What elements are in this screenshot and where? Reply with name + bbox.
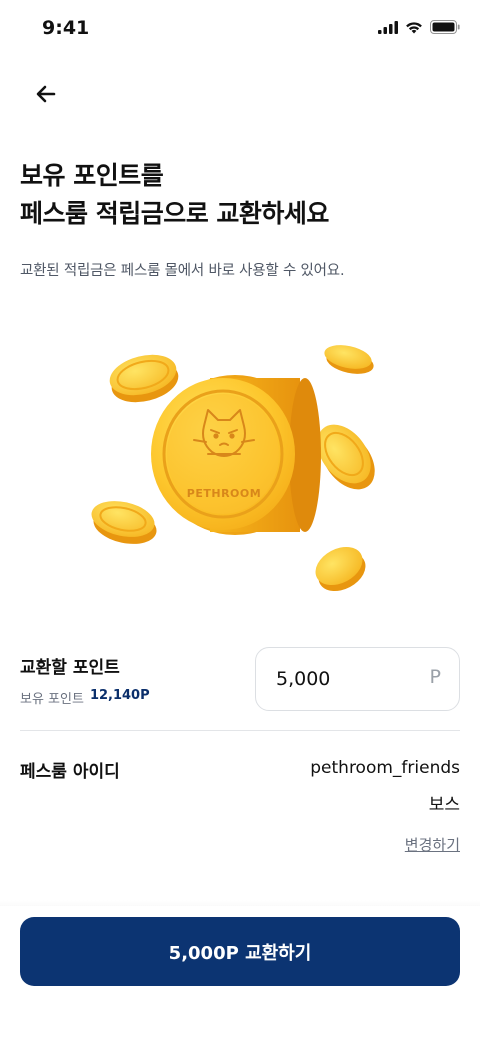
small-coin-bottom-right	[315, 546, 366, 592]
coin-illustration: PETHROOM	[91, 345, 375, 592]
coin-brand-text: PETHROOM	[187, 487, 261, 500]
page-title-line2: 페스룸 적립금으로 교환하세요	[20, 199, 329, 228]
change-account-link[interactable]: 변경하기	[405, 834, 460, 855]
account-name: 보스	[428, 795, 460, 815]
points-unit: P	[429, 666, 441, 688]
owned-points-value: 12,140P	[89, 688, 150, 703]
battery-icon	[430, 20, 460, 34]
owned-points-label: 보유 포인트	[20, 692, 84, 707]
points-input-box[interactable]: P	[255, 647, 460, 711]
points-input[interactable]	[276, 648, 416, 709]
back-button[interactable]	[26, 74, 66, 114]
exchange-button[interactable]: 5,000P 교환하기	[20, 917, 460, 986]
owned-points-row: 보유 포인트 12,140P	[20, 688, 150, 707]
wifi-icon	[406, 21, 422, 33]
exchange-points-label: 교환할 포인트	[20, 658, 120, 678]
section-divider	[20, 730, 460, 731]
status-bar: 9:41	[0, 0, 480, 58]
pethroom-id-label: 페스룸 아이디	[20, 762, 120, 782]
page-subtitle: 교환된 적립금은 페스룸 몰에서 바로 사용할 수 있어요.	[20, 263, 345, 279]
page-title: 보유 포인트를 페스룸 적립금으로 교환하세요	[20, 157, 329, 233]
small-coin-top-right	[324, 345, 374, 374]
small-coin-top-left	[109, 354, 179, 403]
pethroom-id-value: pethroom_friends	[310, 758, 460, 778]
status-time: 9:41	[42, 17, 90, 39]
status-icons	[378, 20, 460, 34]
arrow-left-icon	[36, 85, 56, 103]
big-coin: PETHROOM	[151, 375, 321, 535]
cellular-signal-icon	[378, 20, 398, 34]
page-title-line1: 보유 포인트를	[20, 161, 164, 190]
small-coin-left	[91, 501, 157, 544]
